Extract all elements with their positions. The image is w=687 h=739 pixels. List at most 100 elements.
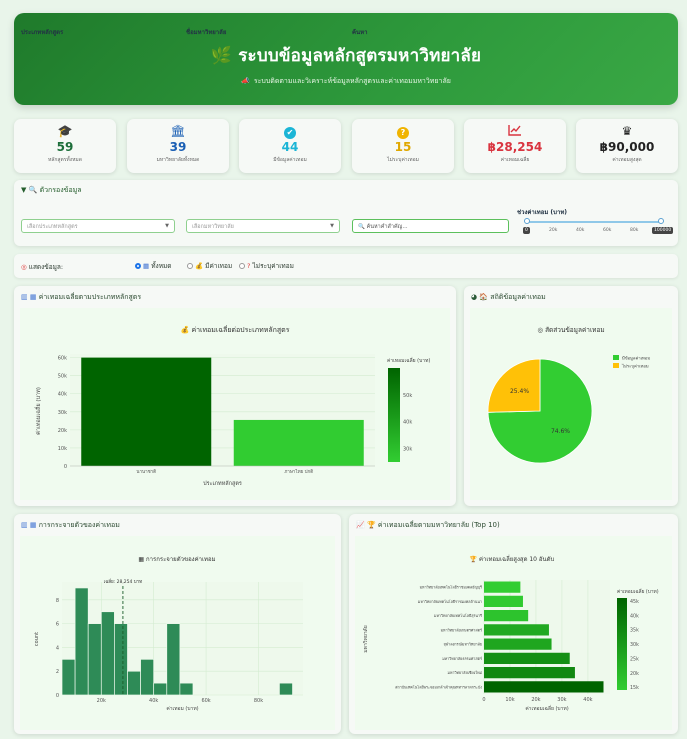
- histogram-bar: [166, 623, 181, 696]
- y-axis-label: count: [34, 632, 40, 646]
- target-icon: ◎: [21, 263, 27, 271]
- bar: [484, 638, 552, 650]
- search-placeholder: ค้นหาคำสำคัญ...: [366, 224, 408, 230]
- bar: [81, 357, 212, 466]
- y-tick-label: มหาวิทยาลัยเทคโนโลยีสุรนารี: [434, 613, 482, 619]
- y-tick-label: มหาวิทยาลัยเชียงใหม่: [448, 670, 483, 675]
- display-label: ◎ แสดงข้อมูล:: [21, 262, 63, 272]
- stat-value: ฿90,000: [599, 140, 655, 154]
- stat-label: ค่าเทอมเฉลี่ย: [500, 157, 530, 163]
- chart-area-3: ▦ การกระจายตัวของค่าเทอม 0 2 4 6 8 20k 40k 60k 80…: [20, 536, 335, 730]
- radio-with-fee-label: มีค่าเทอม: [205, 262, 233, 270]
- x-axis-label: ค่าเทอมเฉลี่ย (บาท): [525, 705, 568, 712]
- y-tick-label: มหาวิทยาลัยเทคโนโลยีราชมงคลล้านนา: [418, 599, 482, 604]
- search-input[interactable]: 🔍 ค้นหาคำสำคัญ...: [352, 219, 509, 233]
- y-tick-label: 0: [64, 464, 67, 470]
- stat-card-no-fee: ? 15 ไม่ระบุค่าเทอม: [352, 119, 454, 173]
- histogram-bar: [279, 682, 293, 696]
- search-label: ค้นหา: [352, 29, 368, 36]
- x-tick-label: นานาชาติ: [136, 469, 156, 475]
- pie-slice: [487, 358, 541, 413]
- bar: [484, 667, 575, 679]
- panel-title-text: ค่าเทอมเฉลี่ยตามมหาวิทยาลัย (Top 10): [377, 521, 500, 529]
- chart-area-2: ◎ สัดส่วนข้อมูลค่าเทอม 74.6% 25.4% มีข้อมูล…: [470, 308, 672, 500]
- colorbar-tick: 20k: [630, 671, 639, 677]
- uni-select[interactable]: เลือกมหาวิทยาลัย ▼: [186, 219, 340, 233]
- app-header: 🌿 ระบบข้อมูลหลักสูตรมหาวิทยาลัย 📣 ระบบติดต…: [14, 13, 678, 105]
- chart-area-4: 🏆 ค่าเทอมเฉลี่ยสูงสุด 10 อันดับ 0 10k 20k 30…: [355, 536, 672, 730]
- panel-title: ◕ 🏠 สถิติข้อมูลค่าเทอม: [471, 292, 546, 303]
- x-tick-label: 80k: [254, 698, 263, 704]
- range-tick: 40k: [576, 228, 585, 233]
- check-circle-icon: ✔: [239, 124, 341, 140]
- search-icon: 🔍: [358, 224, 365, 230]
- display-options-bar: ◎ แสดงข้อมูล: ▦ ทั้งหมด 💰 มีค่าเทอม ? ไม…: [14, 254, 678, 278]
- histogram-bar: [87, 623, 102, 696]
- type-select[interactable]: เลือกประเภทหลักสูตร ▼: [21, 219, 175, 233]
- x-tick-label: 10k: [505, 697, 514, 703]
- bar: [484, 624, 549, 636]
- uni-filter-label: ชื่อมหาวิทยาลัย: [186, 29, 227, 36]
- radio-button[interactable]: [187, 263, 193, 269]
- radio-all[interactable]: ▦ ทั้งหมด: [135, 261, 171, 271]
- pie-chart-fee: ◎ สัดส่วนข้อมูลค่าเทอม 74.6% 25.4% มีข้อมูล…: [487, 326, 650, 464]
- stat-value: 44: [281, 140, 299, 154]
- filter-panel: ▼ 🔍 ตัวกรองข้อมูล: [14, 180, 678, 246]
- histogram-bar: [74, 587, 89, 696]
- y-tick-label: 30k: [58, 410, 67, 416]
- stat-label: มหาวิทยาลัยทั้งหมด: [156, 157, 200, 163]
- stat-card-courses: 🎓 59 หลักสูตรทั้งหมด: [14, 119, 116, 173]
- stat-value: 15: [394, 140, 412, 154]
- chart-icon: ▥ ▦: [21, 521, 37, 529]
- range-tick: 60k: [603, 228, 612, 233]
- radio-no-fee-label: ไม่ระบุค่าเทอม: [252, 262, 294, 270]
- graduation-cap-icon: 🎓: [57, 124, 73, 138]
- colorbar-tick: 30k: [403, 447, 412, 453]
- x-tick-label: 30k: [557, 697, 566, 703]
- range-tick: 100000: [652, 227, 674, 234]
- legend-swatch: [613, 355, 619, 360]
- panel-avg-by-type: ▥ ▦ ค่าเทอมเฉลี่ยตามประเภทหลักสูตร 💰 ค่า…: [14, 286, 456, 506]
- question-icon: ?: [352, 124, 454, 140]
- x-tick-label: ภาษาไทย ปกติ: [284, 469, 313, 475]
- range-min-handle[interactable]: [524, 218, 530, 224]
- bar: [484, 595, 523, 607]
- bar: [484, 681, 604, 693]
- panel-distribution: ▥ ▦ การกระจายตัวของค่าเทอม ▦ การกระจายตั…: [14, 514, 341, 734]
- megaphone-icon: 📣: [241, 77, 250, 85]
- panel-fee-stats: ◕ 🏠 สถิติข้อมูลค่าเทอม ◎ สัดส่วนข้อมูลค่…: [464, 286, 678, 506]
- pie-chart-icon: ◕ 🏠: [471, 293, 489, 301]
- x-axis-label: ประเภทหลักสูตร: [203, 480, 242, 487]
- panel-title: 📈 🏆 ค่าเทอมเฉลี่ยตามมหาวิทยาลัย (Top 10): [356, 520, 500, 531]
- mean-label: เฉลี่ย: 28,254 บาท: [104, 578, 143, 585]
- panel-title: ▥ ▦ ค่าเทอมเฉลี่ยตามประเภทหลักสูตร: [21, 292, 141, 303]
- radio-with-fee[interactable]: 💰 มีค่าเทอม: [187, 261, 232, 271]
- range-max-handle[interactable]: [658, 218, 664, 224]
- pie-value-label: 25.4%: [510, 388, 529, 395]
- histogram-bar: [100, 611, 115, 696]
- colorbar-title: ค่าเทอมเฉลี่ย (บาท): [617, 588, 659, 595]
- stat-card-max-fee: ♛ ฿90,000 ค่าเทอมสูงสุด: [576, 119, 678, 173]
- legend-label: ไม่ระบุค่าเทอม: [621, 363, 649, 370]
- colorbar-title: ค่าเทอมเฉลี่ย (บาท): [387, 357, 430, 364]
- chart-title: ▦ การกระจายตัวของค่าเทอม: [138, 556, 215, 563]
- bar: [233, 419, 364, 466]
- bar-chart-type: 💰 ค่าเทอมเฉลี่ยต่อประเภทหลักสูตร 0 10k 20k 3…: [34, 325, 430, 487]
- radio-button[interactable]: [239, 263, 245, 269]
- colorbar-tick: 50k: [403, 393, 412, 399]
- chart-icon: ▦: [143, 262, 150, 270]
- leaf-icon: 🌿: [210, 46, 233, 66]
- radio-button[interactable]: [135, 263, 141, 269]
- y-tick-label: มหาวิทยาลัยเทคโนโลยีราชมงคลธัญบุรี: [420, 585, 482, 591]
- y-axis-label: มหาวิทยาลัย: [362, 625, 369, 652]
- y-tick-label: 2: [56, 669, 59, 675]
- stat-label: หลักสูตรทั้งหมด: [48, 157, 82, 163]
- chevron-down-icon: ▼: [330, 223, 334, 229]
- y-tick-label: 50k: [58, 374, 67, 380]
- histogram-fee: ▦ การกระจายตัวของค่าเทอม 0 2 4 6 8 20k 40k 60k 80…: [34, 556, 303, 712]
- y-tick-label: จุฬาลงกรณ์มหาวิทยาลัย: [443, 642, 482, 648]
- fee-range-slider[interactable]: [527, 221, 661, 223]
- x-tick-label: 40k: [149, 698, 158, 704]
- radio-no-fee[interactable]: ? ไม่ระบุค่าเทอม: [239, 261, 294, 271]
- stat-card-universities: 🏛 39 มหาวิทยาลัยทั้งหมด: [127, 119, 229, 173]
